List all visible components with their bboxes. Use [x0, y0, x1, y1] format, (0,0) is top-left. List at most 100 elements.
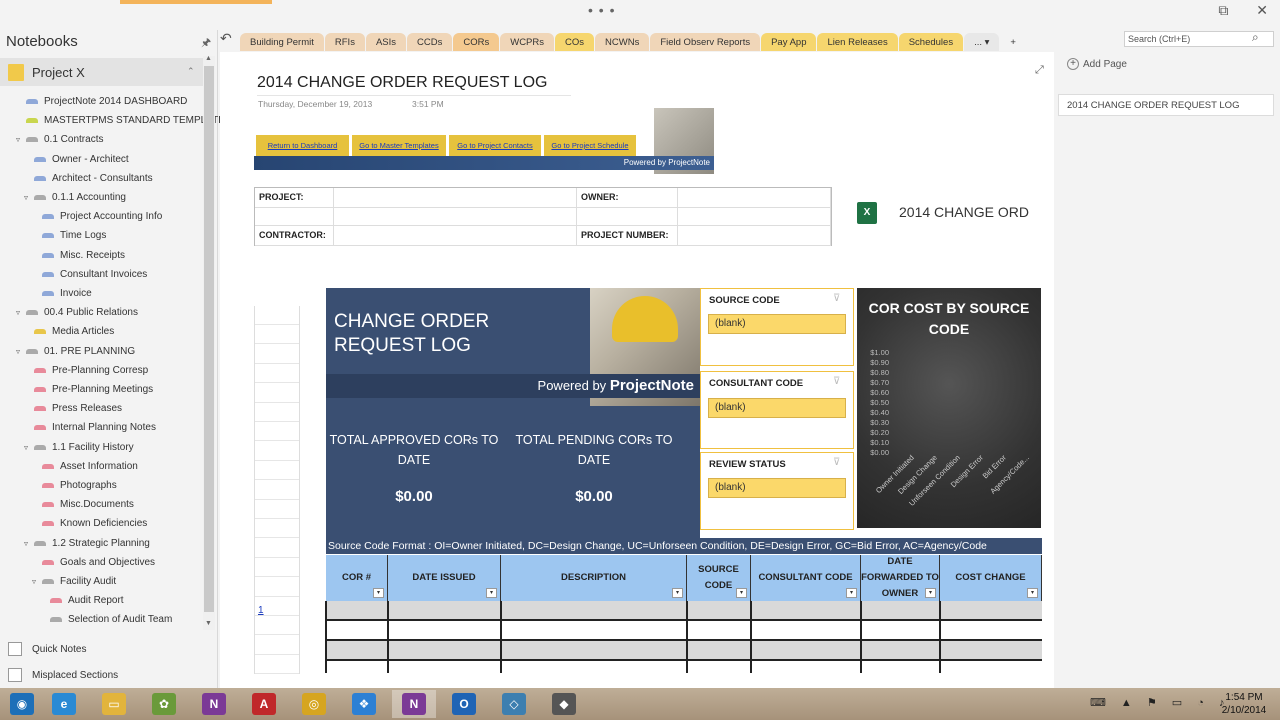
- taskbar-app-ie[interactable]: e: [42, 690, 86, 718]
- expand-chevron-icon[interactable]: ▿: [24, 193, 32, 202]
- column-header[interactable]: SOURCE CODE ▾: [687, 555, 751, 601]
- slicer-item[interactable]: (blank): [708, 314, 846, 334]
- clear-filter-icon[interactable]: ⊽: [833, 376, 840, 387]
- filter-dropdown-icon[interactable]: ▾: [925, 588, 936, 598]
- filter-dropdown-icon[interactable]: ▾: [736, 588, 747, 598]
- add-page-button[interactable]: + Add Page: [1067, 58, 1127, 70]
- scroll-down-icon[interactable]: ▼: [205, 620, 212, 627]
- project-number-value[interactable]: [678, 226, 831, 246]
- expand-chevron-icon[interactable]: ▿: [32, 577, 40, 586]
- section-tab[interactable]: Building Permit: [240, 33, 324, 51]
- project-contacts-link[interactable]: Go to Project Contacts: [449, 135, 541, 156]
- clock[interactable]: 1:54 PM 2/10/2014: [1214, 691, 1274, 717]
- tree-item[interactable]: Asset Information: [32, 457, 138, 476]
- clear-filter-icon[interactable]: ⊽: [833, 457, 840, 468]
- filter-dropdown-icon[interactable]: ▾: [672, 588, 683, 598]
- owner-value[interactable]: [678, 188, 831, 208]
- tree-item[interactable]: ▿ 1.1 Facility History: [24, 438, 134, 457]
- section-tab[interactable]: ... ▾: [964, 33, 1000, 51]
- filter-dropdown-icon[interactable]: ▾: [1027, 588, 1038, 598]
- project-schedule-link[interactable]: Go to Project Schedule: [544, 135, 636, 156]
- contractor-value[interactable]: [334, 226, 577, 246]
- restore-icon[interactable]: ⧉: [1218, 2, 1228, 18]
- tree-item[interactable]: Misc.Documents: [32, 495, 134, 514]
- filter-dropdown-icon[interactable]: ▾: [846, 588, 857, 598]
- table-row[interactable]: [326, 621, 1042, 641]
- tree-item[interactable]: ▿ Facility Audit: [32, 572, 116, 591]
- expand-chevron-icon[interactable]: ▿: [24, 443, 32, 452]
- taskbar-app-network[interactable]: ◇: [492, 690, 536, 718]
- column-header[interactable]: DATE ISSUED ▾: [388, 555, 501, 601]
- taskbar-app-app[interactable]: ◆: [542, 690, 586, 718]
- row-link[interactable]: 1: [258, 605, 264, 616]
- taskbar-app-chrome[interactable]: ◎: [292, 690, 336, 718]
- tree-item[interactable]: Consultant Invoices: [32, 265, 147, 284]
- attachment-name[interactable]: 2014 CHANGE ORD: [899, 204, 1029, 220]
- taskbar-app-start[interactable]: ◉: [0, 690, 44, 718]
- column-header[interactable]: DATE FORWARDED TO OWNER ▾: [861, 555, 940, 601]
- tree-item[interactable]: Goals and Objectives: [32, 553, 155, 572]
- section-tab[interactable]: NCWNs: [595, 33, 650, 51]
- section-tab[interactable]: Pay App: [761, 33, 817, 51]
- section-tab[interactable]: ASIs: [365, 33, 407, 51]
- taskbar-app-onenote[interactable]: N: [192, 690, 236, 718]
- section-tab[interactable]: Lien Releases: [817, 33, 898, 51]
- table-row[interactable]: [326, 601, 1042, 621]
- tree-item[interactable]: ▿ 0.1.1 Accounting: [24, 188, 126, 207]
- tree-item[interactable]: ▿ 0.1 Contracts: [16, 130, 103, 149]
- column-header[interactable]: COST CHANGE ▾: [940, 555, 1042, 601]
- clear-filter-icon[interactable]: ⊽: [833, 293, 840, 304]
- table-row[interactable]: [326, 641, 1042, 661]
- page-list-item[interactable]: 2014 CHANGE ORDER REQUEST LOG: [1058, 94, 1274, 116]
- expand-icon[interactable]: ⤢: [1035, 64, 1044, 77]
- slicer-item[interactable]: (blank): [708, 398, 846, 418]
- tree-item[interactable]: Internal Planning Notes: [24, 418, 156, 437]
- tree-item[interactable]: ▿ 1.2 Strategic Planning: [24, 534, 150, 553]
- more-dots-icon[interactable]: • • •: [588, 2, 615, 18]
- tree-item[interactable]: Time Logs: [32, 226, 106, 245]
- project-value[interactable]: [334, 188, 577, 208]
- project-info-table[interactable]: PROJECT: OWNER: CONTRACTOR: PROJECT NUMB…: [254, 187, 832, 246]
- filter-dropdown-icon[interactable]: ▾: [373, 588, 384, 598]
- tree-item[interactable]: Selection of Audit Team: [40, 610, 172, 629]
- misplaced-sections[interactable]: Misplaced Sections: [8, 666, 118, 684]
- tree-item[interactable]: Photographs: [32, 476, 117, 495]
- tree-item[interactable]: Known Deficiencies: [32, 514, 147, 533]
- scroll-up-icon[interactable]: ▲: [205, 55, 212, 62]
- undo-icon[interactable]: ↶: [220, 30, 232, 47]
- notebook-selector[interactable]: [0, 58, 204, 86]
- taskbar-app-outlook[interactable]: O: [442, 690, 486, 718]
- column-header[interactable]: COR # ▾: [326, 555, 388, 601]
- expand-chevron-icon[interactable]: ▿: [16, 308, 24, 317]
- tree-item[interactable]: Press Releases: [24, 399, 122, 418]
- taskbar-app-colors[interactable]: ✿: [142, 690, 186, 718]
- system-tray[interactable]: ⌨ ▲ ⚑ ▭ ◔ ♪: [1090, 696, 1230, 709]
- close-icon[interactable]: ✕: [1256, 2, 1268, 18]
- tree-item[interactable]: Audit Report: [40, 591, 124, 610]
- column-header[interactable]: CONSULTANT CODE ▾: [751, 555, 861, 601]
- taskbar-app-explorer[interactable]: ▭: [92, 690, 136, 718]
- section-tab[interactable]: CCDs: [407, 33, 453, 51]
- tree-item[interactable]: Pre-Planning Meetings: [24, 380, 153, 399]
- section-tab[interactable]: +: [1000, 33, 1026, 51]
- section-tab[interactable]: CORs: [453, 33, 500, 51]
- tree-item[interactable]: Misc. Receipts: [32, 246, 125, 265]
- expand-chevron-icon[interactable]: ▿: [16, 347, 24, 356]
- pin-icon[interactable]: 🖈: [201, 34, 211, 53]
- expand-chevron-icon[interactable]: ▿: [24, 539, 32, 548]
- section-tab[interactable]: Schedules: [898, 33, 964, 51]
- master-templates-link[interactable]: Go to Master Templates: [352, 135, 446, 156]
- return-dashboard-link[interactable]: Return to Dashboard: [256, 135, 349, 156]
- taskbar-app-dropbox[interactable]: ❖: [342, 690, 386, 718]
- excel-icon[interactable]: X: [857, 202, 877, 224]
- tree-item[interactable]: Media Articles: [24, 322, 114, 341]
- section-tab[interactable]: COs: [555, 33, 595, 51]
- tree-item[interactable]: Pre-Planning Corresp: [24, 361, 148, 380]
- quick-notes[interactable]: Quick Notes: [8, 640, 86, 658]
- chevron-up-icon[interactable]: ⌃: [187, 66, 195, 77]
- tree-item[interactable]: Architect - Consultants: [24, 169, 153, 188]
- tree-item[interactable]: ▿ 00.4 Public Relations: [16, 303, 138, 322]
- filter-dropdown-icon[interactable]: ▾: [486, 588, 497, 598]
- tree-item[interactable]: Project Accounting Info: [32, 207, 162, 226]
- column-header[interactable]: DESCRIPTION ▾: [501, 555, 687, 601]
